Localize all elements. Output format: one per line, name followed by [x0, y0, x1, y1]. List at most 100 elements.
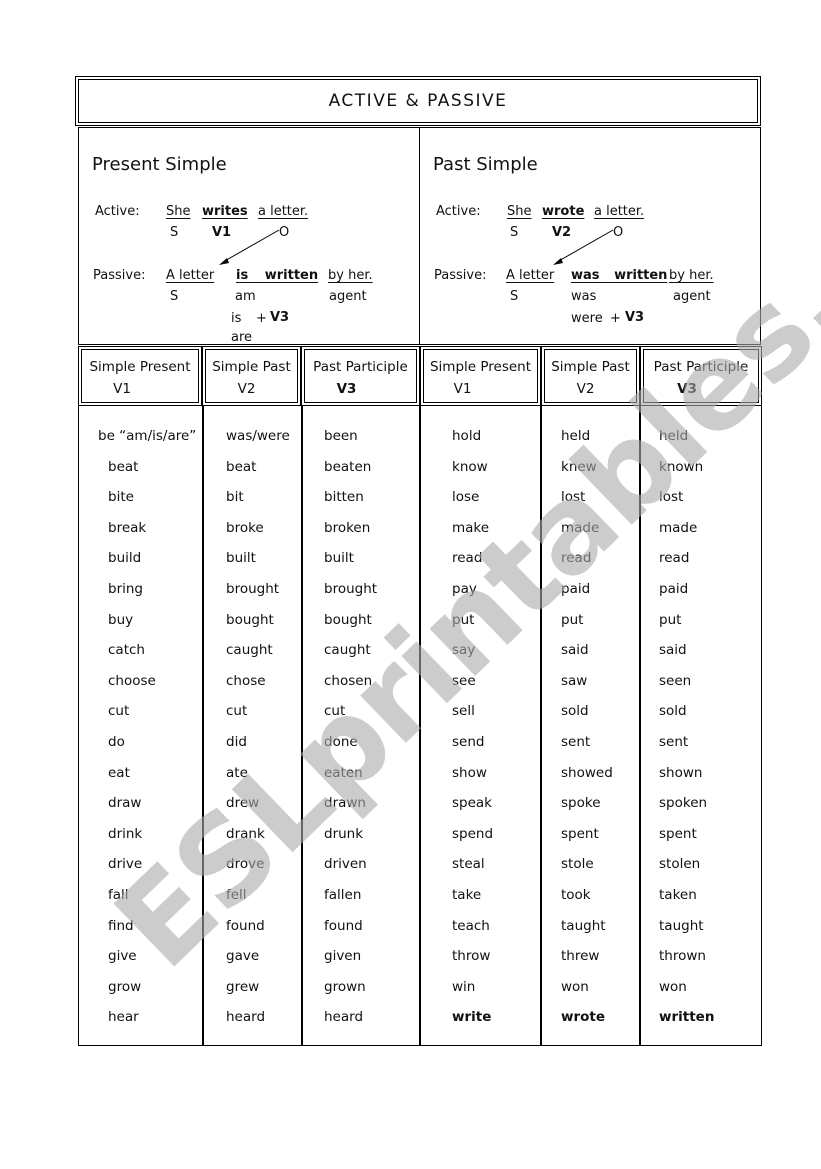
verb-cell: saw	[561, 672, 588, 689]
verb-cell: bite	[108, 489, 134, 506]
verb-cell: known	[659, 458, 704, 475]
verb-cell: sell	[452, 703, 475, 720]
verb-cell: spent	[659, 825, 697, 842]
plus-sign: +	[610, 311, 621, 326]
verb-cell: speak	[452, 795, 492, 812]
header-sub: V2	[237, 381, 256, 397]
verb-cell: write	[452, 1009, 492, 1026]
verb-cell: give	[108, 948, 137, 965]
active-subject: She	[507, 204, 532, 219]
verb-cell: heard	[324, 1009, 364, 1026]
passive-agent: by her.	[328, 268, 373, 283]
aux-are: are	[231, 330, 253, 345]
column-divider	[202, 405, 204, 1046]
header-sub: V3	[677, 381, 697, 397]
verb-cell: taught	[659, 917, 704, 934]
verb-cell: hear	[108, 1009, 139, 1026]
passive-verb: written	[264, 268, 319, 283]
verb-cell: say	[452, 642, 476, 659]
verb-cell: know	[452, 458, 488, 475]
verb-cell: paid	[561, 580, 591, 597]
header-past-participle: Past Participle V3	[301, 346, 420, 406]
verb-cell: read	[561, 550, 592, 567]
past-simple-heading: Past Simple	[433, 154, 538, 175]
verb-cell: grown	[324, 978, 366, 995]
passive-subject: A letter	[166, 268, 215, 283]
arrow-icon	[219, 229, 280, 265]
header-label: Past Participle	[313, 359, 408, 375]
verb-cell: beaten	[324, 458, 372, 475]
verb-cell: cut	[226, 703, 248, 720]
verb-cell: held	[659, 428, 689, 444]
header-sub: V3	[336, 381, 357, 397]
verb-cell: bit	[226, 489, 244, 506]
verb-cell: brought	[324, 580, 378, 597]
agent-label: agent	[673, 289, 711, 304]
verb-cell: thrown	[659, 948, 706, 965]
verb-cell: built	[226, 550, 256, 567]
verb-cell: taught	[561, 917, 606, 934]
verb-cell: cut	[324, 703, 346, 720]
verb-cell: been	[324, 428, 358, 444]
verb-cell: steal	[452, 856, 485, 873]
passive-label: Passive:	[434, 268, 487, 283]
verb-cell: hold	[452, 428, 482, 444]
left-v1-column: be “am/is/are” beat bite break build bring buy…	[98, 426, 196, 1038]
verb-cell: catch	[108, 642, 145, 659]
verb-cell: sold	[561, 703, 589, 720]
verb-cell: be “am/is/are”	[98, 428, 197, 444]
verb-cell: gave	[226, 948, 260, 965]
verb-cell: bought	[226, 611, 274, 628]
verb-cell: chosen	[324, 672, 373, 689]
verb-cell: see	[452, 672, 476, 689]
verb-cell: done	[324, 733, 358, 750]
verb-cell: broken	[324, 519, 371, 536]
verb-cell: lost	[659, 489, 684, 506]
active-verb: wrote	[542, 204, 585, 219]
verb-cell: given	[324, 948, 362, 965]
header-simple-past: Simple Past V2	[202, 346, 301, 406]
left-v2-column: was/were beat bit broke built brought bought ca…	[226, 426, 290, 1038]
passive-agent: by her.	[669, 268, 714, 283]
verb-cell: brought	[226, 580, 280, 597]
verb-cell: break	[108, 519, 147, 536]
verb-cell: made	[659, 519, 698, 536]
header-simple-present: Simple Present V1	[78, 346, 202, 406]
verb-cell: took	[561, 886, 591, 903]
active-object: a letter.	[258, 204, 309, 219]
table-header-row: Simple Present V1 Simple Past V2 Past Pa…	[78, 346, 762, 406]
aux-is: is	[231, 311, 242, 326]
verb-cell: broke	[226, 519, 264, 536]
verb-cell: put	[659, 611, 682, 628]
verb-cell: make	[452, 519, 490, 536]
present-simple-heading: Present Simple	[92, 154, 227, 175]
verb-cell: sent	[561, 733, 591, 750]
active-label: Active:	[95, 204, 140, 219]
verb-cell: fell	[226, 886, 247, 903]
verb-cell: win	[452, 978, 476, 995]
verb-cell: find	[108, 917, 134, 934]
verb-cell: drew	[226, 795, 260, 812]
verb-cell: throw	[452, 948, 491, 965]
verb-cell: read	[659, 550, 690, 567]
verb-cell: choose	[108, 672, 156, 689]
verb-cell: grew	[226, 978, 260, 995]
header-label: Simple Present	[89, 359, 191, 375]
verb-cell: shown	[659, 764, 703, 781]
header-sub: V1	[113, 381, 131, 397]
verb-cell: buy	[108, 611, 134, 628]
verb-cell: teach	[452, 917, 490, 934]
passive-subject: A letter	[506, 268, 555, 283]
verb-cell: bought	[324, 611, 372, 628]
past-simple-panel: Past Simple Active: She wrote a letter. …	[419, 127, 761, 345]
verb-cell: threw	[561, 948, 600, 965]
verb-cell: put	[561, 611, 584, 628]
verb-cell: was/were	[226, 428, 290, 444]
verb-cell: eat	[108, 764, 130, 781]
verb-cell: drawn	[324, 795, 366, 812]
active-object: a letter.	[594, 204, 645, 219]
verb-cell: heard	[226, 1009, 266, 1026]
verb-cell: drove	[226, 856, 265, 873]
verb-cell: spent	[561, 825, 599, 842]
verb-cell: did	[226, 733, 247, 750]
